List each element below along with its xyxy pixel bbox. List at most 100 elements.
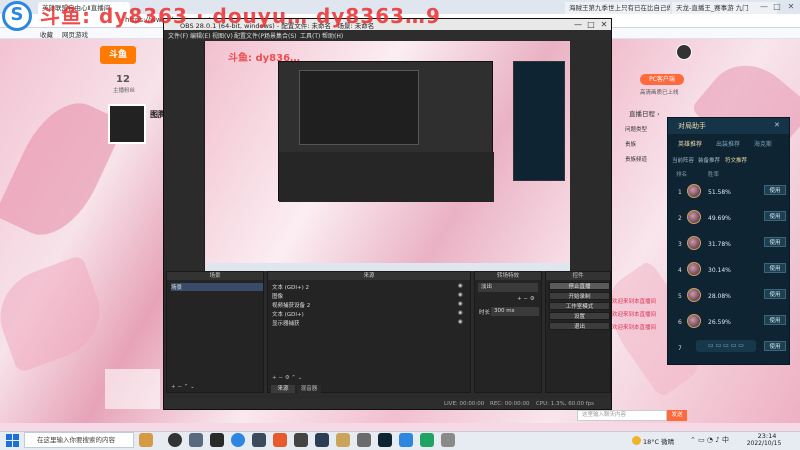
obs-menu-edit[interactable]: 编辑(E) [190,31,210,40]
taskbar-app-icon[interactable] [336,433,350,447]
taskbar-app-icon[interactable] [252,433,266,447]
taskview-icon[interactable] [168,433,182,447]
helper-row: 5 28.08% 使用 [668,284,789,310]
source-item[interactable]: 文本 (GDI+) 2 [272,283,309,291]
transition-add-remove-icons[interactable]: + − ⚙ [517,296,535,302]
clock-time[interactable]: 23:14 [752,432,782,440]
close-button[interactable]: ✕ [785,1,797,12]
obs-menu-tools[interactable]: 工具(T) [300,31,320,40]
obs-menu-help[interactable]: 帮助(H) [322,31,343,40]
source-item[interactable]: 图像 [272,292,283,300]
taskbar-app-icon[interactable] [315,433,329,447]
taskbar-search-input[interactable]: 在这里输入你要搜索的内容 [24,432,134,448]
browser-logo-icon[interactable]: S [2,1,32,31]
anchor-avatar[interactable] [108,104,146,144]
taskbar-browser-icon[interactable] [231,433,245,447]
chat-input[interactable]: 这里输入聊天内容 [577,410,667,421]
douyu-logo[interactable]: 斗鱼 [100,46,136,64]
visibility-eye-icon[interactable]: ◉ [458,301,463,307]
weather-icon[interactable] [632,436,641,445]
live-schedule-link[interactable]: 直播日程 › [629,108,660,118]
obs-menu-scene-collection[interactable]: 场景集合(S) [264,31,297,40]
stop-streaming-button[interactable]: 停止直播 [549,282,610,290]
transitions-panel-title: 转场特效 [475,272,541,280]
obs-minimize-button[interactable]: — [572,19,584,30]
taskbar-obs-icon[interactable] [294,433,308,447]
source-item[interactable]: 显示器捕获 [272,319,300,327]
row-winrate: 49.69% [708,215,731,222]
obs-menu-profile[interactable]: 配置文件(P) [234,31,266,40]
obs-dock-panels: 场景 场景 + − ⌃ ⌄ 来源 文本 (GDI+) 2 图像 视频捕获设备 2… [164,271,611,396]
helper-tab-hextech[interactable]: 海克斯 [754,139,772,148]
taskbar-app-icon[interactable] [378,433,392,447]
weather-text[interactable]: 18°C 微晴 [643,436,674,446]
browser-tab-2[interactable]: 海贼王第九季世上只有已在比自己做 贸易 [565,2,670,14]
helper-tab-heroes[interactable]: 英雄推荐 [678,139,702,148]
anchor-level-label: 主播粉丝 [112,88,135,94]
rec-timer: REC: 00:00:00 [490,401,530,407]
send-button[interactable]: 发送 [667,410,687,421]
taskbar-app-icon[interactable] [357,433,371,447]
use-button[interactable]: 使用 [764,289,786,299]
scene-item[interactable]: 场景 [171,283,263,291]
champion-icon [687,184,701,198]
duration-input[interactable]: 300 ms [491,307,539,316]
tab-sources[interactable]: 来源 [271,385,295,393]
settings-button[interactable]: 设置 [549,312,610,320]
visibility-eye-icon[interactable]: ◉ [458,319,463,325]
user-avatar[interactable] [676,44,692,60]
use-button[interactable]: 使用 [764,185,786,195]
scene-add-remove-icons[interactable]: + − ⌃ ⌄ [171,384,195,390]
pc-client-button[interactable]: PC客户端 [640,74,684,85]
start-recording-button[interactable]: 开始录制 [549,292,610,300]
source-item[interactable]: 视频捕获设备 2 [272,301,310,309]
exit-button[interactable]: 退出 [549,322,610,330]
obs-menu-view[interactable]: 视图(V) [212,31,233,40]
visibility-eye-icon[interactable]: ◉ [458,283,463,289]
helper-close-icon[interactable]: ✕ [774,121,780,129]
use-button[interactable]: 使用 [764,341,786,351]
windows-start-icon[interactable] [6,434,19,447]
system-tray-icons[interactable]: ⌃ ▭ ◔ ♪ 中 [690,435,729,445]
row-rank: 7 [678,345,682,352]
use-button[interactable]: 使用 [764,211,786,221]
taskbar-app-icon[interactable] [273,433,287,447]
minimize-button[interactable]: — [758,1,770,12]
obs-menu-file[interactable]: 文件(F) [168,31,188,40]
taskbar-app-icon[interactable] [139,433,153,447]
tab-mixer[interactable]: 混音器 [297,385,321,393]
bookmark-item[interactable]: 网页游戏 [62,29,88,39]
taskbar-app-icon[interactable] [441,433,455,447]
source-item[interactable]: 文本 (GDI+) [272,310,304,318]
side-text: 贵族 [625,142,637,148]
visibility-eye-icon[interactable]: ◉ [458,292,463,298]
helper-subtab[interactable]: 装备推荐 [698,156,720,164]
helper-toolbar-icons[interactable]: ▭ ▭ ▭ ▭ ▭ [696,340,756,352]
taskbar-app-icon[interactable] [399,433,413,447]
champion-icon [687,288,701,302]
background-art [0,254,113,374]
obs-preview-canvas[interactable] [205,41,570,271]
helper-tab-items[interactable]: 出装推荐 [716,139,740,148]
row-winrate: 26.59% [708,319,731,326]
use-button[interactable]: 使用 [764,237,786,247]
taskbar-app-icon[interactable] [420,433,434,447]
obs-maximize-button[interactable]: □ [585,19,597,30]
helper-subtab[interactable]: 当前阵容 [672,156,694,164]
transition-select[interactable]: 淡出 [478,283,538,292]
taskbar-app-icon[interactable] [210,433,224,447]
row-rank: 6 [678,319,682,326]
source-add-remove-icons[interactable]: + − ⚙ ⌃ ⌄ [272,375,302,381]
helper-subtab[interactable]: 符文推荐 [725,156,747,164]
helper-title: 对局助手 [668,118,789,134]
use-button[interactable]: 使用 [764,263,786,273]
use-button[interactable]: 使用 [764,315,786,325]
obs-close-button[interactable]: ✕ [598,19,610,30]
clock-date[interactable]: 2022/10/15 [744,440,784,447]
maximize-button[interactable]: □ [771,1,783,12]
bookmark-item[interactable]: 收藏 [40,29,53,39]
visibility-eye-icon[interactable]: ◉ [458,310,463,316]
studio-mode-button[interactable]: 工作室模式 [549,302,610,310]
scenes-panel-title: 场景 [167,272,263,280]
taskbar-app-icon[interactable] [189,433,203,447]
